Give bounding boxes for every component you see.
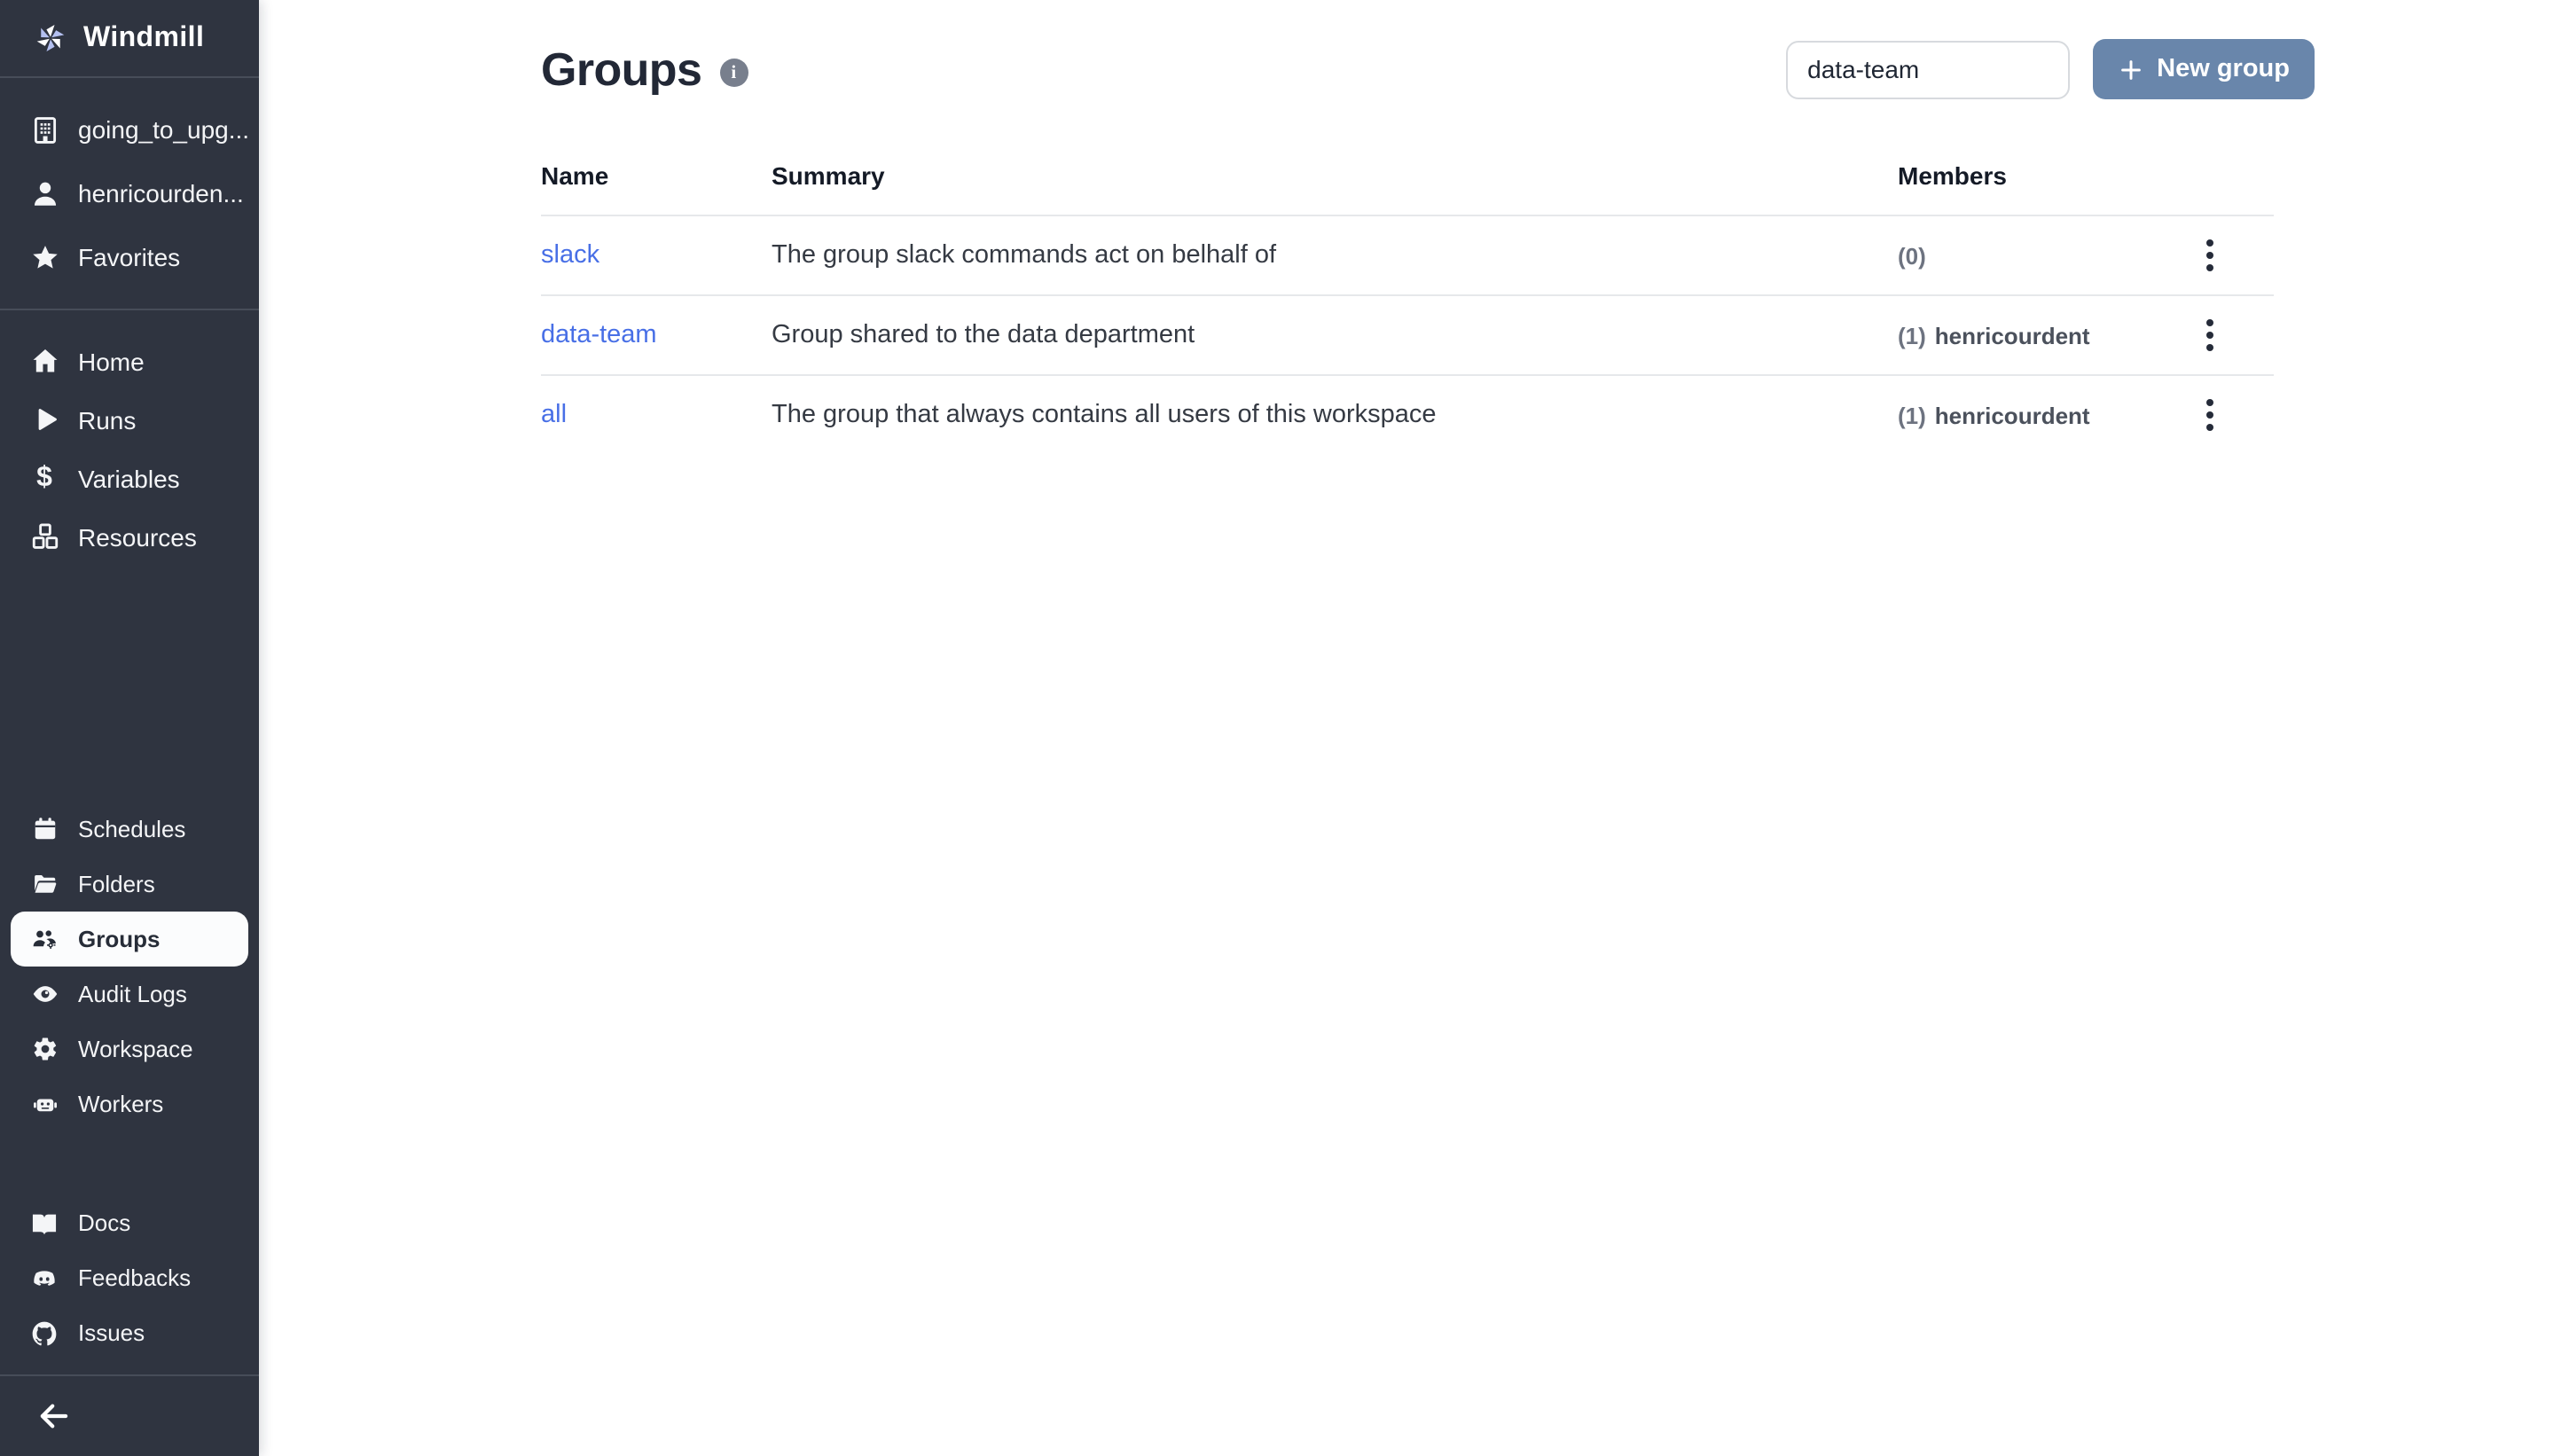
sidebar-item-label: going_to_upg... — [78, 115, 249, 144]
sidebar-item-feedbacks[interactable]: Feedbacks — [0, 1250, 259, 1305]
sidebar-item-label: Workspace — [78, 1036, 193, 1062]
folder-icon — [27, 871, 62, 897]
column-header-summary: Summary — [772, 161, 1898, 190]
sidebar-item-audit-logs[interactable]: Audit Logs — [0, 967, 259, 1022]
sidebar-item-label: Home — [78, 347, 145, 375]
group-members: (1) henricourdent — [1898, 402, 2146, 428]
members-count: (1) — [1898, 402, 1926, 428]
sidebar-section-workspace: going_to_upg... henricourden... Favorite… — [0, 78, 259, 309]
sidebar-item-label: Groups — [78, 926, 160, 952]
table-row: all The group that always contains all u… — [541, 376, 2274, 454]
eye-icon — [27, 981, 62, 1007]
sidebar-item-user[interactable]: henricourden... — [0, 161, 259, 225]
info-icon[interactable]: i — [719, 59, 748, 87]
sidebar-item-workers[interactable]: Workers — [0, 1076, 259, 1131]
sidebar-item-folders[interactable]: Folders — [0, 857, 259, 912]
group-members: (1) henricourdent — [1898, 322, 2146, 348]
boxes-icon — [27, 521, 62, 552]
sidebar-section-links: Docs Feedbacks Issues — [0, 1195, 259, 1374]
sidebar-item-issues[interactable]: Issues — [0, 1305, 259, 1360]
members-count: (1) — [1898, 322, 1926, 348]
sidebar-item-label: Schedules — [78, 816, 185, 842]
book-icon — [27, 1209, 62, 1237]
calendar-icon — [27, 816, 62, 842]
new-group-button-label: New group — [2157, 55, 2290, 83]
arrow-left-icon — [35, 1397, 72, 1435]
members-names: henricourdent — [1935, 402, 2090, 428]
sidebar-item-label: Issues — [78, 1319, 145, 1346]
logo-text: Windmill — [83, 22, 204, 54]
sidebar-item-label: Variables — [78, 464, 180, 492]
star-icon — [27, 242, 62, 272]
users-gear-icon — [27, 926, 62, 952]
sidebar-item-label: Feedbacks — [78, 1264, 191, 1291]
row-menu-button[interactable] — [2187, 312, 2233, 358]
sidebar-item-label: Docs — [78, 1209, 130, 1236]
sidebar-item-runs[interactable]: Runs — [0, 390, 259, 449]
page-header: Groups i New group — [541, 37, 2315, 101]
sidebar-item-favorites[interactable]: Favorites — [0, 225, 259, 289]
github-icon — [27, 1319, 62, 1347]
kebab-icon — [2206, 319, 2213, 351]
dollar-icon: $ — [27, 464, 62, 492]
gear-icon — [27, 1036, 62, 1062]
discord-icon — [27, 1264, 62, 1292]
sidebar-item-resources[interactable]: Resources — [0, 507, 259, 566]
members-count: (0) — [1898, 242, 1926, 269]
group-link[interactable]: all — [541, 401, 567, 429]
row-menu-button[interactable] — [2187, 232, 2233, 278]
groups-table: Name Summary Members slack The group sla… — [541, 137, 2274, 454]
sidebar-item-variables[interactable]: $ Variables — [0, 449, 259, 507]
page-title: Groups — [541, 42, 701, 97]
sidebar-item-label: Resources — [78, 522, 197, 551]
kebab-icon — [2206, 399, 2213, 431]
row-menu-button[interactable] — [2187, 392, 2233, 438]
table-row: slack The group slack commands act on be… — [541, 216, 2274, 296]
main-content: Groups i New group Name Summary Me — [259, 0, 2554, 1456]
building-icon — [27, 114, 62, 145]
sidebar-item-workspace-switcher[interactable]: going_to_upg... — [0, 98, 259, 161]
sidebar-item-workspace[interactable]: Workspace — [0, 1022, 259, 1076]
group-members: (0) — [1898, 242, 2146, 269]
table-header: Name Summary Members — [541, 137, 2274, 216]
members-names: henricourdent — [1935, 322, 2090, 348]
kebab-icon — [2206, 239, 2213, 271]
sidebar-section-main: Home Runs $ Variables Resources — [0, 310, 259, 573]
sidebar-item-home[interactable]: Home — [0, 332, 259, 390]
windmill-logo-icon — [32, 20, 69, 57]
sidebar-item-docs[interactable]: Docs — [0, 1195, 259, 1250]
group-summary: The group that always contains all users… — [772, 401, 1898, 429]
sidebar-item-label: Folders — [78, 871, 155, 897]
column-header-name: Name — [541, 161, 772, 190]
sidebar-item-label: henricourden... — [78, 179, 244, 207]
column-header-members: Members — [1898, 161, 2146, 190]
sidebar-item-label: Runs — [78, 405, 136, 434]
sidebar-item-label: Workers — [78, 1091, 163, 1117]
sidebar-item-groups[interactable]: Groups — [11, 912, 248, 967]
collapse-sidebar-button[interactable] — [27, 1389, 80, 1443]
group-link[interactable]: slack — [541, 241, 599, 270]
table-row: data-team Group shared to the data depar… — [541, 296, 2274, 376]
sidebar-item-label: Audit Logs — [78, 981, 187, 1007]
robot-icon — [27, 1091, 62, 1117]
sidebar-item-label: Favorites — [78, 243, 180, 271]
group-summary: The group slack commands act on belhalf … — [772, 241, 1898, 270]
table-body: slack The group slack commands act on be… — [541, 216, 2274, 454]
group-link[interactable]: data-team — [541, 321, 657, 349]
logo[interactable]: Windmill — [0, 0, 259, 76]
sidebar-item-schedules[interactable]: Schedules — [0, 802, 259, 857]
sidebar-section-admin: Schedules Folders Groups Audit Logs — [0, 802, 259, 1131]
plus-icon — [2118, 56, 2144, 82]
sidebar-footer — [0, 1376, 259, 1456]
app-root: Windmill going_to_upg... henricourden... — [0, 0, 2554, 1456]
group-summary: Group shared to the data department — [772, 321, 1898, 349]
new-group-button[interactable]: New group — [2093, 39, 2315, 99]
user-icon — [27, 178, 62, 208]
group-filter-input[interactable] — [1786, 40, 2070, 98]
sidebar: Windmill going_to_upg... henricourden... — [0, 0, 259, 1456]
header-actions: New group — [1786, 39, 2315, 99]
home-icon — [27, 346, 62, 376]
play-icon — [27, 404, 62, 434]
